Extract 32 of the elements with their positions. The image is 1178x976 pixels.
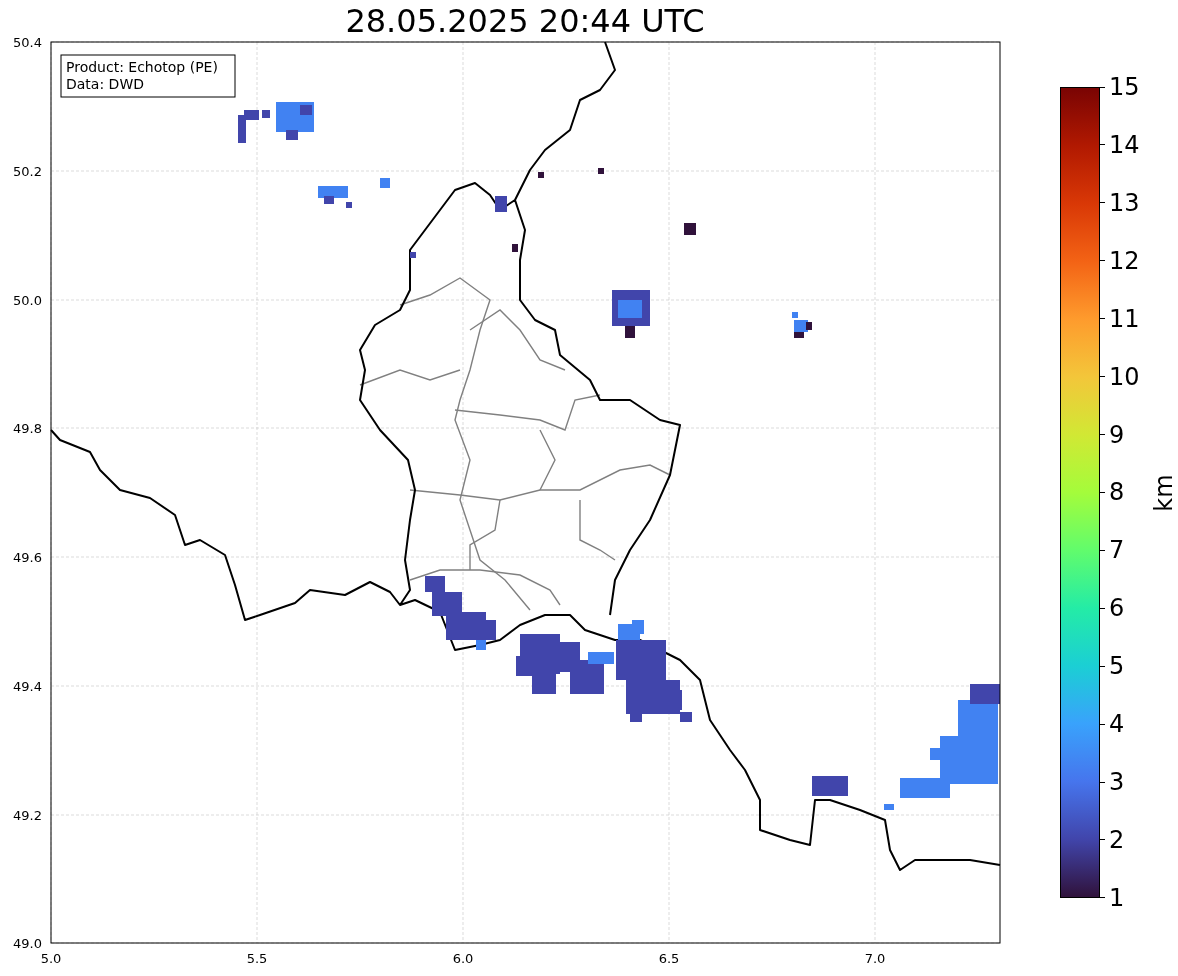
colorbar-tick-label: 1 xyxy=(1109,883,1125,912)
y-tick-label: 49.4 xyxy=(13,679,42,694)
x-tick-label: 7.0 xyxy=(864,951,886,966)
colorbar-tick-label: 3 xyxy=(1109,768,1125,797)
colorbar-tick-label: 5 xyxy=(1109,652,1125,681)
colorbar-tick-label: 13 xyxy=(1109,188,1140,217)
legend-text: Data: DWD xyxy=(66,76,144,92)
colorbar-tick-label: 2 xyxy=(1109,826,1125,854)
colorbar-tick-label: 4 xyxy=(1109,710,1125,739)
plot-title: 28.05.2025 20:44 UTC xyxy=(344,1,706,36)
y-tick-label: 49.8 xyxy=(13,421,42,436)
x-tick-label: 5.5 xyxy=(246,951,268,966)
y-tick-label: 50.4 xyxy=(13,36,42,50)
legend-text: Product: Echotop (PE) xyxy=(66,59,218,75)
colorbar-tick-label: 6 xyxy=(1109,594,1125,623)
colorbar-tick-label: 12 xyxy=(1109,246,1140,275)
y-tick-label: 50.0 xyxy=(13,293,42,308)
y-tick-label: 50.2 xyxy=(13,164,42,179)
x-tick-label: 5.0 xyxy=(40,951,62,966)
colorbar-tick-label: 7 xyxy=(1109,536,1125,565)
colorbar-tick-label: 9 xyxy=(1109,420,1125,449)
y-tick-label: 49.0 xyxy=(13,936,42,951)
y-tick-label: 49.2 xyxy=(13,808,42,823)
x-tick-label: 6.0 xyxy=(452,951,474,966)
colorbar-tick-label: 8 xyxy=(1109,478,1125,507)
y-tick-label: 49.6 xyxy=(13,550,42,565)
colorbar-tick-label: 11 xyxy=(1109,304,1140,333)
colorbar-tick-label: 15 xyxy=(1109,73,1140,101)
colorbar-tick-label: 14 xyxy=(1109,130,1140,159)
x-tick-label: 6.5 xyxy=(658,951,680,966)
colorbar-tick-label: 10 xyxy=(1109,362,1140,391)
colorbar-label: km xyxy=(1149,473,1178,512)
